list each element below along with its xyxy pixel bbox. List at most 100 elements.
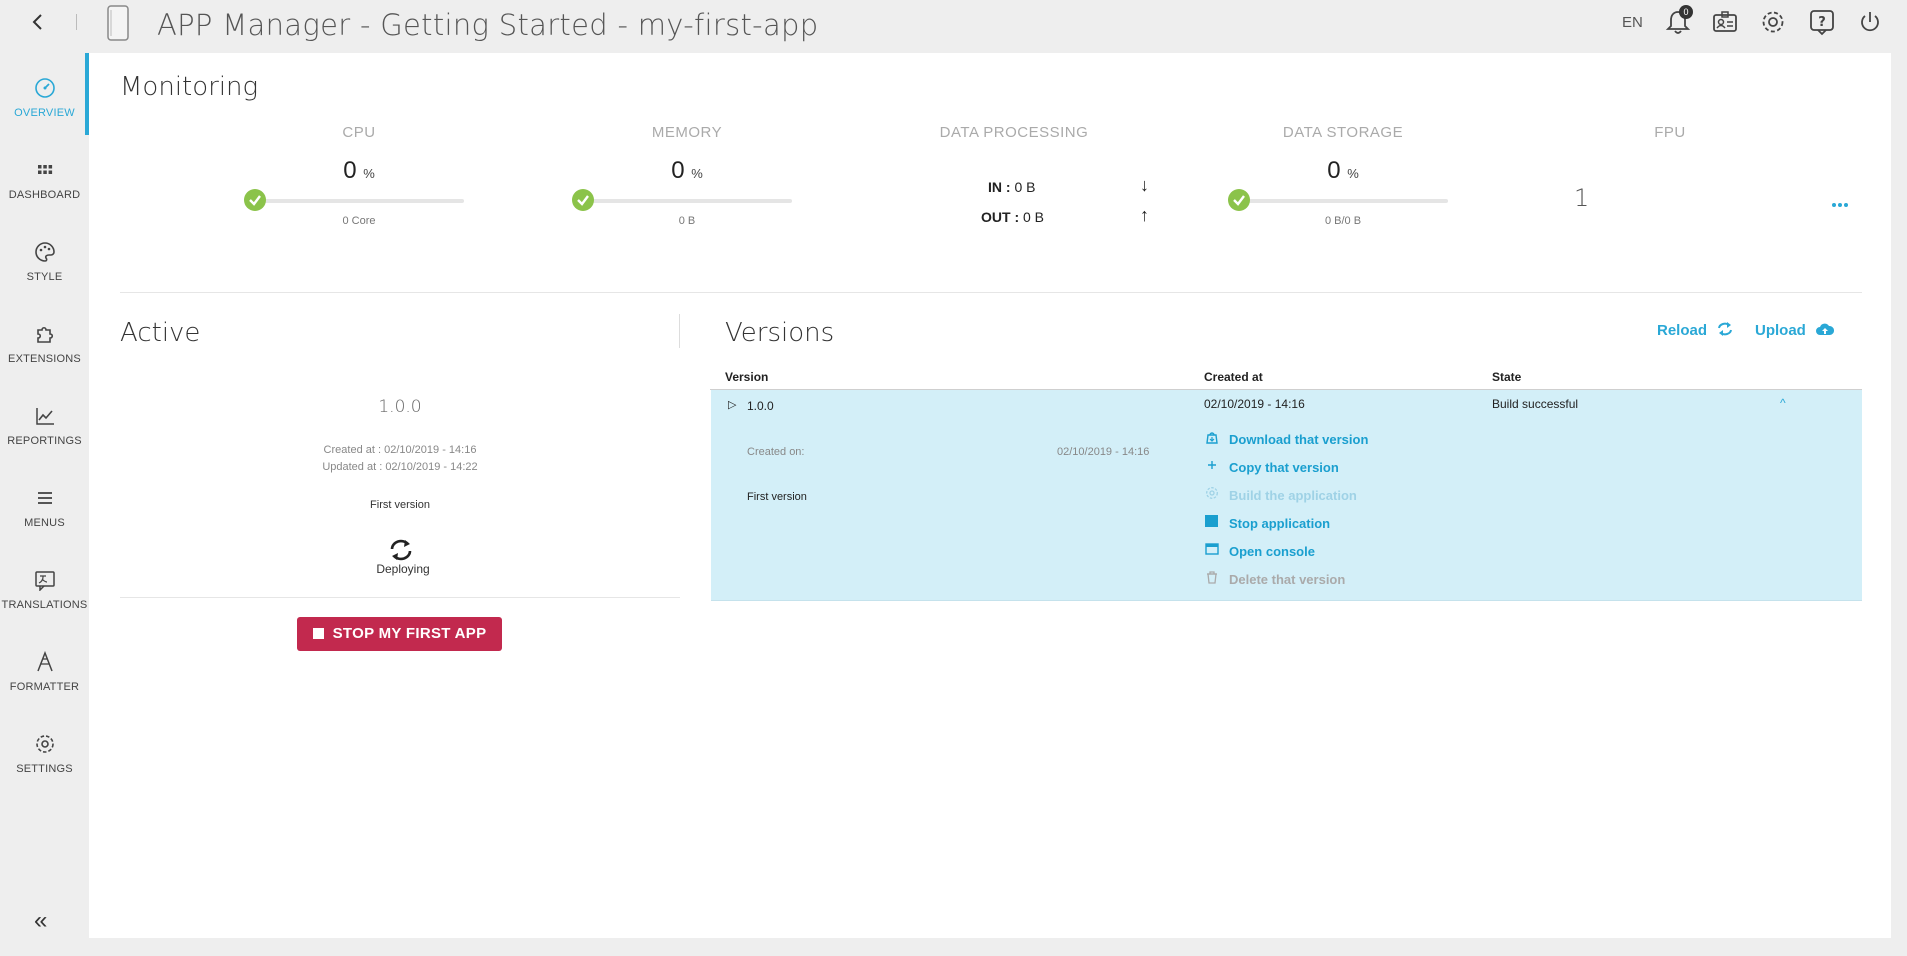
divider <box>120 597 680 598</box>
sidebar-item-overview[interactable]: OVERVIEW <box>0 77 89 155</box>
active-dates: Created at : 02/10/2019 - 14:16 Updated … <box>250 442 550 476</box>
expand-icon[interactable]: ▷ <box>728 398 736 411</box>
sidebar-item-style[interactable]: STYLE <box>0 241 89 319</box>
grid-icon <box>37 165 52 174</box>
data-out-row: OUT : 0 B <box>981 209 1044 225</box>
sidebar-item-label: MENUS <box>24 517 65 529</box>
upload-label: Upload <box>1755 322 1806 339</box>
sidebar-item-dashboard[interactable]: DASHBOARD <box>0 159 89 237</box>
formatter-icon <box>36 651 53 672</box>
active-updated-at: Updated at : 02/10/2019 - 14:22 <box>322 461 478 473</box>
build-application-action[interactable]: Build the application <box>1205 486 1357 503</box>
action-label: Delete that version <box>1229 572 1346 587</box>
power-icon[interactable] <box>1856 8 1884 36</box>
action-label: Build the application <box>1229 488 1357 503</box>
download-icon <box>1205 430 1219 447</box>
stop-application-action[interactable]: Stop application <box>1205 514 1330 531</box>
delete-version-action[interactable]: Delete that version <box>1205 570 1345 587</box>
chart-line-icon <box>35 408 54 425</box>
row-version: 1.0.0 <box>747 399 774 413</box>
stop-app-button[interactable]: STOP MY FIRST APP <box>297 617 502 651</box>
detail-created-value: 02/10/2019 - 14:16 <box>1057 446 1150 458</box>
console-icon <box>1205 542 1219 559</box>
detail-description: First version <box>747 491 807 503</box>
collapse-row-icon[interactable]: ^ <box>1780 396 1786 410</box>
active-description: First version <box>370 499 430 511</box>
stop-icon <box>312 628 324 639</box>
gauge-icon <box>34 78 55 98</box>
sidebar-item-label: DASHBOARD <box>8 189 81 201</box>
metric-subtext: 0 Core <box>342 215 376 227</box>
metric-subtext: 0 B <box>678 215 696 227</box>
settings-gear-icon[interactable] <box>1759 8 1787 36</box>
sidebar: OVERVIEW DASHBOARD STYLE EXTENSIONS REPO… <box>0 53 89 956</box>
check-icon <box>1228 189 1250 211</box>
progress-bar <box>572 189 792 211</box>
data-out-value: 0 B <box>1023 209 1045 225</box>
metric-label: MEMORY <box>651 124 723 141</box>
metric-value: 0 <box>671 157 685 184</box>
id-card-icon[interactable] <box>1711 8 1739 36</box>
metric-label: DATA STORAGE <box>1282 124 1404 141</box>
metric-unit: % <box>691 166 703 181</box>
gear-icon <box>35 735 54 753</box>
progress-bar <box>244 189 464 211</box>
back-arrow-icon[interactable] <box>26 10 50 34</box>
translate-icon <box>34 571 55 591</box>
plus-icon <box>1205 458 1219 475</box>
download-version-action[interactable]: Download that version <box>1205 430 1368 447</box>
sidebar-item-reportings[interactable]: REPORTINGS <box>0 405 89 483</box>
action-label: Stop application <box>1229 516 1331 531</box>
reload-button[interactable]: Reload <box>1657 322 1733 339</box>
sidebar-item-label: TRANSLATIONS <box>1 599 88 611</box>
cloud-upload-icon <box>1816 323 1835 335</box>
upload-button[interactable]: Upload <box>1755 322 1835 339</box>
metric-value: 0 <box>1327 157 1341 184</box>
fpu-value: 1 <box>1574 184 1590 212</box>
data-in-value: 0 B <box>1014 179 1036 195</box>
more-options-button[interactable] <box>1831 195 1849 213</box>
sidebar-item-extensions[interactable]: EXTENSIONS <box>0 323 89 401</box>
active-version: 1.0.0 <box>378 397 422 417</box>
sidebar-item-label: EXTENSIONS <box>8 353 81 365</box>
metric-label: CPU <box>342 124 376 141</box>
copy-version-action[interactable]: Copy that version <box>1205 458 1339 475</box>
arrow-up-icon: ↑ <box>1140 205 1149 225</box>
page-title: APP Manager - Getting Started - my-first… <box>157 8 819 42</box>
column-header-created-at[interactable]: Created at <box>1204 370 1263 384</box>
active-title: Active <box>120 318 201 348</box>
table-row[interactable]: ▷ 1.0.0 02/10/2019 - 14:16 Build success… <box>711 390 1862 601</box>
language-selector[interactable]: EN <box>1622 14 1643 31</box>
metric-value: 0 <box>343 157 357 184</box>
row-created-at: 02/10/2019 - 14:16 <box>1204 397 1305 411</box>
sidebar-item-label: FORMATTER <box>9 681 80 693</box>
sidebar-item-label: REPORTINGS <box>7 435 82 447</box>
sidebar-item-formatter[interactable]: FORMATTER <box>0 651 89 729</box>
metric-unit: % <box>363 166 375 181</box>
arrow-down-icon: ↓ <box>1140 175 1149 195</box>
help-icon[interactable]: ? <box>1808 8 1836 36</box>
metric-label: FPU <box>1654 124 1686 141</box>
collapse-sidebar-button[interactable]: « <box>34 907 47 935</box>
sidebar-item-settings[interactable]: SETTINGS <box>0 733 89 811</box>
gear-icon <box>1205 486 1219 503</box>
metric-label: DATA PROCESSING <box>939 124 1089 141</box>
data-out-label: OUT : <box>981 209 1020 225</box>
open-console-action[interactable]: Open console <box>1205 542 1315 559</box>
sidebar-item-label: OVERVIEW <box>14 107 75 119</box>
data-processing-metric: DATA PROCESSING <box>894 124 1134 141</box>
notification-badge: 0 <box>1679 5 1693 19</box>
sidebar-item-translations[interactable]: TRANSLATIONS <box>0 569 89 647</box>
action-label: Copy that version <box>1229 460 1339 475</box>
column-header-version[interactable]: Version <box>725 370 768 384</box>
row-state: Build successful <box>1492 397 1579 411</box>
memory-metric: MEMORY 0 % 0 B <box>567 124 807 227</box>
puzzle-icon <box>36 326 53 343</box>
column-header-state[interactable]: State <box>1492 370 1521 384</box>
cpu-metric: CPU 0 % 0 Core <box>239 124 479 227</box>
active-created-at: Created at : 02/10/2019 - 14:16 <box>323 444 477 456</box>
sidebar-item-menus[interactable]: MENUS <box>0 487 89 565</box>
check-icon <box>244 189 266 211</box>
data-in-row: IN : 0 B <box>988 179 1035 195</box>
stop-app-button-label: STOP MY FIRST APP <box>332 625 487 642</box>
